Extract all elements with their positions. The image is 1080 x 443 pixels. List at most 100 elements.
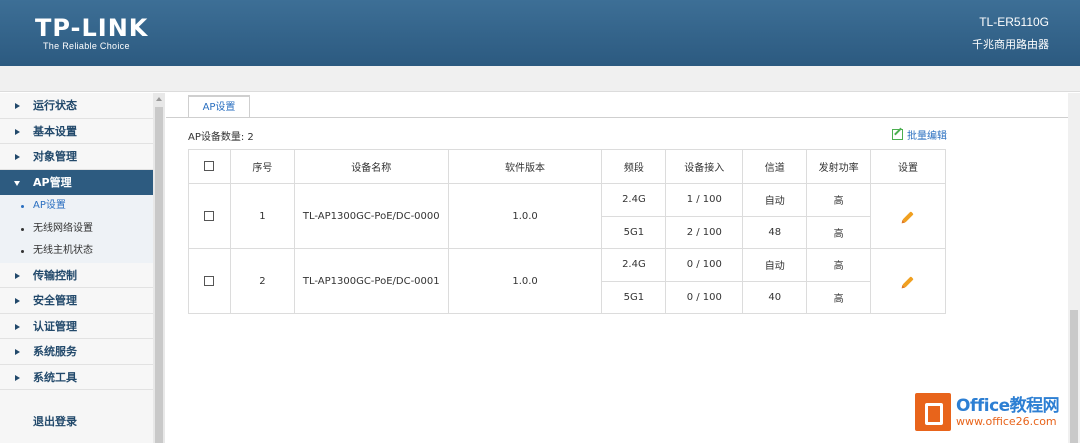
sidebar-scrollbar[interactable] xyxy=(153,93,165,443)
chevron-right-icon xyxy=(15,154,20,160)
settings-cell xyxy=(870,183,946,249)
sidebar-subitem-label: 无线网络设置 xyxy=(33,222,93,234)
model-description: 千兆商用路由器 xyxy=(972,38,1049,51)
band-cell: 5G1 xyxy=(601,280,667,314)
chevron-right-icon xyxy=(15,349,20,355)
band-cell: 2.4G xyxy=(601,248,667,282)
power-cell: 高 xyxy=(806,280,872,314)
sidebar-item-system-services[interactable]: 系统服务 xyxy=(0,339,153,365)
sidebar-subitem-label: 无线主机状态 xyxy=(33,245,93,256)
column-header: 发射功率 xyxy=(806,149,872,184)
model-info: TL-ER5110G 千兆商用路由器 xyxy=(972,14,1049,52)
band-cell: 2.4G xyxy=(601,183,667,217)
access-cell: 0 / 100 xyxy=(665,248,744,282)
model-name: TL-ER5110G xyxy=(979,15,1049,29)
logout-link[interactable]: 退出登录 xyxy=(33,413,77,429)
bullet-icon xyxy=(21,227,24,231)
sidebar: 运行状态 基本设置 对象管理 AP管理 AP设置 无线网络设置 无线主机状态 传… xyxy=(0,93,153,443)
bullet-icon xyxy=(21,205,24,208)
sidebar-item-label: 基本设置 xyxy=(33,124,77,138)
sidebar-item-ap-management[interactable]: AP管理 xyxy=(0,169,153,195)
chevron-right-icon xyxy=(15,103,20,109)
batch-edit-button[interactable]: 批量编辑 xyxy=(892,127,947,142)
access-cell: 2 / 100 xyxy=(665,215,744,249)
office-logo-icon xyxy=(915,393,951,431)
table-header-row: 序号 设备名称 软件版本 频段 设备接入 信道 发射功率 设置 xyxy=(188,149,946,184)
sidebar-item-label: 系统服务 xyxy=(33,345,77,358)
sidebar-item-label: AP管理 xyxy=(33,175,72,189)
power-cell: 高 xyxy=(806,183,872,217)
sidebar-item-authentication[interactable]: 认证管理 xyxy=(0,313,153,339)
sidebar-subitem-label: AP设置 xyxy=(33,200,66,211)
channel-cell: 自动 xyxy=(742,248,808,282)
sidebar-item-label: 系统工具 xyxy=(33,370,77,384)
logo-slogan: The Reliable Choice xyxy=(43,41,130,51)
row-select-cell xyxy=(188,248,231,314)
tab-ap-settings[interactable]: AP设置 xyxy=(188,95,250,118)
row-checkbox[interactable] xyxy=(204,275,215,286)
watermark: Office教程网 www.office26.com xyxy=(915,393,1060,431)
ap-count-label: AP设备数量: 2 xyxy=(188,132,254,143)
chevron-down-icon xyxy=(14,180,20,186)
sidebar-item-object-management[interactable]: 对象管理 xyxy=(0,144,153,170)
sidebar-item-basic-settings[interactable]: 基本设置 xyxy=(0,118,153,144)
pencil-edit-icon[interactable] xyxy=(902,275,914,288)
batch-edit-label: 批量编辑 xyxy=(907,131,947,142)
sidebar-item-status[interactable]: 运行状态 xyxy=(0,93,153,119)
version-cell: 1.0.0 xyxy=(447,183,603,249)
column-header: 序号 xyxy=(229,149,295,184)
index-cell: 2 xyxy=(229,248,295,314)
chevron-right-icon xyxy=(15,298,20,304)
edit-icon xyxy=(892,129,903,140)
chevron-right-icon xyxy=(15,272,20,279)
row-checkbox[interactable] xyxy=(204,210,215,221)
bullet-icon xyxy=(21,250,24,253)
version-cell: 1.0.0 xyxy=(447,248,603,314)
main-scrollbar[interactable] xyxy=(1068,93,1080,443)
sidebar-subitem-wireless-network[interactable]: 无线网络设置 xyxy=(0,217,153,240)
device-name-cell: TL-AP1300GC-PoE/DC-0001 xyxy=(293,248,449,314)
column-header: 软件版本 xyxy=(447,149,603,184)
sidebar-item-security[interactable]: 安全管理 xyxy=(0,288,153,314)
column-header: 信道 xyxy=(742,149,808,184)
settings-cell xyxy=(870,248,946,314)
column-header: 频段 xyxy=(601,149,667,184)
logo-main-text: TP-LINK xyxy=(35,14,149,42)
sidebar-item-label: 运行状态 xyxy=(33,99,77,112)
scrollbar-thumb[interactable] xyxy=(155,107,163,443)
sidebar-item-transmission[interactable]: 传输控制 xyxy=(0,262,153,288)
sidebar-item-label: 对象管理 xyxy=(33,150,77,163)
power-cell: 高 xyxy=(806,248,872,282)
watermark-title: Office教程网 xyxy=(956,396,1060,416)
access-cell: 1 / 100 xyxy=(665,183,744,217)
ap-table: 序号 设备名称 软件版本 频段 设备接入 信道 发射功率 设置 1 TL-AP1… xyxy=(188,149,946,314)
sidebar-subitem-ap-settings[interactable]: AP设置 xyxy=(0,195,153,218)
scroll-up-icon[interactable] xyxy=(156,97,162,101)
column-header: 设备名称 xyxy=(293,149,449,184)
index-cell: 1 xyxy=(229,183,295,249)
table-row: 1 TL-AP1300GC-PoE/DC-0000 1.0.0 2.4G 1 /… xyxy=(188,183,946,249)
row-select-cell xyxy=(188,183,231,249)
scrollbar-thumb[interactable] xyxy=(1070,310,1078,443)
tp-link-logo: TP-LINK The Reliable Choice xyxy=(35,15,148,51)
select-all-cell xyxy=(188,149,231,184)
power-cell: 高 xyxy=(806,215,872,249)
watermark-text: Office教程网 www.office26.com xyxy=(956,396,1060,428)
column-header: 设备接入 xyxy=(665,149,744,184)
column-header: 设置 xyxy=(870,149,946,184)
channel-cell: 自动 xyxy=(742,183,808,217)
chevron-right-icon xyxy=(15,323,20,330)
channel-cell: 40 xyxy=(742,280,808,314)
chevron-right-icon xyxy=(15,374,20,381)
sidebar-item-system-tools[interactable]: 系统工具 xyxy=(0,364,153,390)
chevron-right-icon xyxy=(15,128,20,135)
table-row: 2 TL-AP1300GC-PoE/DC-0001 1.0.0 2.4G 0 /… xyxy=(188,248,946,314)
select-all-checkbox[interactable] xyxy=(204,161,215,171)
pencil-edit-icon[interactable] xyxy=(902,210,914,223)
access-cell: 0 / 100 xyxy=(665,280,744,314)
sidebar-item-label: 认证管理 xyxy=(33,319,77,333)
sidebar-item-label: 安全管理 xyxy=(33,294,77,307)
tab-divider xyxy=(166,117,1068,118)
watermark-url: www.office26.com xyxy=(956,415,1057,428)
sidebar-subitem-wireless-hosts[interactable]: 无线主机状态 xyxy=(0,240,153,263)
